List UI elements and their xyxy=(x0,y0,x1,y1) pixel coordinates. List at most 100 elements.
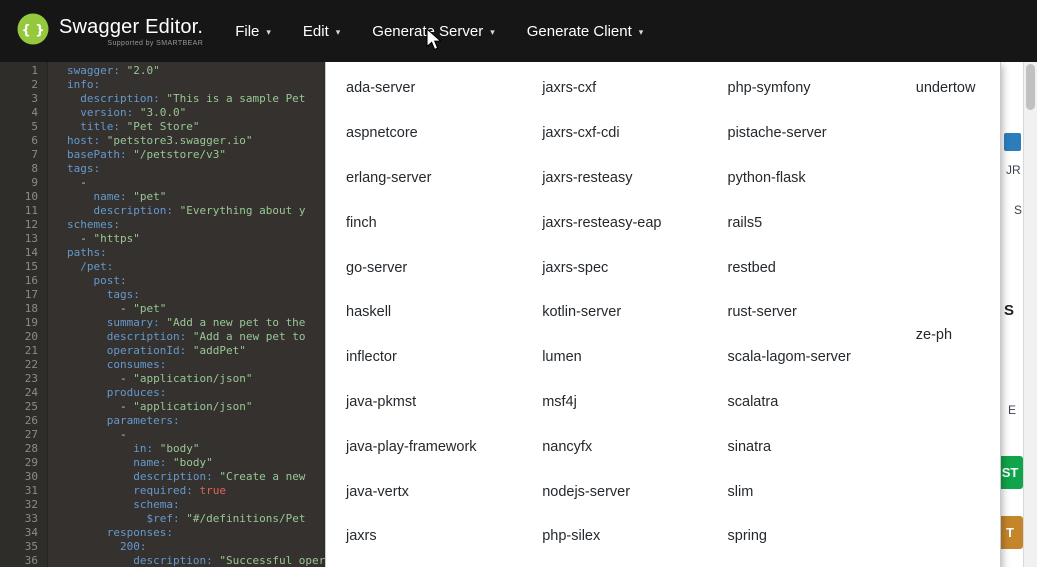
server-option-inflector[interactable]: inflector xyxy=(346,335,542,380)
server-option-finch[interactable]: finch xyxy=(346,200,542,245)
code-line: operationId: "addPet" xyxy=(106,344,246,357)
menu-generate-client[interactable]: Generate Client ▾ xyxy=(511,0,660,62)
code-line: 200: xyxy=(119,540,147,553)
code-line: host: "petstore3.swagger.io" xyxy=(67,134,253,147)
line-number: 9 xyxy=(31,176,38,189)
server-option-jaxrs-spec[interactable]: jaxrs-spec xyxy=(542,245,727,290)
server-option-php-silex[interactable]: php-silex xyxy=(542,514,727,559)
menu-generate-client-label: Generate Client xyxy=(526,22,632,40)
server-option-python-flask[interactable]: python-flask xyxy=(728,156,916,201)
server-option-nancyfx[interactable]: nancyfx xyxy=(542,424,727,469)
code-line: /pet: xyxy=(80,260,114,273)
server-option-sinatra[interactable]: sinatra xyxy=(728,424,916,469)
server-option-php-symfony[interactable]: php-symfony xyxy=(728,66,916,111)
server-option-rails5[interactable]: rails5 xyxy=(728,200,916,245)
code-line: - "application/json" xyxy=(67,372,253,385)
server-option-kotlin-server[interactable]: kotlin-server xyxy=(542,290,727,335)
server-option-nodejs-server[interactable]: nodejs-server xyxy=(542,469,727,514)
server-options-column-2: jaxrs-cxf jaxrs-cxf-cdi jaxrs-resteasy jaxr… xyxy=(542,66,727,567)
preview-text-fragment: S xyxy=(1014,203,1023,217)
line-number: 36 xyxy=(24,554,38,567)
code-line: $ref: "#/definitions/Pet xyxy=(146,512,306,525)
line-number: 7 xyxy=(31,148,38,161)
server-option-slim[interactable]: slim xyxy=(728,469,916,514)
line-number: 19 xyxy=(24,316,38,329)
preview-scrollbar-thumb[interactable] xyxy=(1026,64,1035,110)
line-number: 22 xyxy=(24,358,38,371)
server-option-msf4j[interactable]: msf4j xyxy=(542,380,727,425)
server-option-scala-lagom-server[interactable]: scala-lagom-server xyxy=(728,335,916,380)
code-line: consumes: xyxy=(106,358,167,371)
code-line: name: "pet" xyxy=(93,190,167,203)
server-option-go-server[interactable]: go-server xyxy=(346,245,542,290)
server-option-scalatra[interactable]: scalatra xyxy=(728,380,916,425)
line-number: 4 xyxy=(31,106,38,119)
line-number: 21 xyxy=(24,344,38,357)
code-line: required: true xyxy=(133,484,226,497)
server-option-undertow[interactable]: undertow xyxy=(916,66,1000,111)
mouse-cursor xyxy=(426,27,443,56)
line-number: 14 xyxy=(24,246,38,259)
server-option-jaxrs[interactable]: jaxrs xyxy=(346,514,542,559)
svg-text:{ }: { } xyxy=(21,23,44,38)
server-option-jaxrs-resteasy-eap[interactable]: jaxrs-resteasy-eap xyxy=(542,200,727,245)
server-option-pistache-server[interactable]: pistache-server xyxy=(728,111,916,156)
line-number: 10 xyxy=(24,190,38,203)
preview-heading-fragment: S xyxy=(1004,302,1015,319)
code-line: - xyxy=(67,176,87,189)
menu-edit-label: Edit xyxy=(302,22,329,40)
menu-edit[interactable]: Edit ▾ xyxy=(287,0,356,62)
line-number: 33 xyxy=(24,512,38,525)
caret-down-icon: ▾ xyxy=(638,26,644,37)
server-option-java-vertx[interactable]: java-vertx xyxy=(346,469,542,514)
server-option-rust-server[interactable]: rust-server xyxy=(728,290,916,335)
server-option-aspnetcore[interactable]: aspnetcore xyxy=(346,111,542,156)
line-number: 24 xyxy=(24,386,38,399)
server-options-column-1: ada-server aspnetcore erlang-server finch go… xyxy=(346,66,542,567)
swagger-logo-icon: { } xyxy=(16,12,50,51)
line-number: 3 xyxy=(31,92,38,105)
line-number: 35 xyxy=(24,540,38,553)
preview-text-fragment: E xyxy=(1008,403,1017,417)
code-line: description: "This is a sample Pet xyxy=(80,92,306,105)
code-line: version: "3.0.0" xyxy=(80,106,187,119)
code-area[interactable]: swagger: "2.0" info: description: "This i… xyxy=(48,62,366,567)
line-number: 34 xyxy=(24,526,38,539)
code-line: - "pet" xyxy=(67,302,167,315)
navbar: { } Swagger Editor. Supported by SMARTBE… xyxy=(0,0,1037,62)
caret-down-icon: ▾ xyxy=(490,26,495,37)
menu-file[interactable]: File ▾ xyxy=(219,0,287,62)
server-option-jaxrs-resteasy[interactable]: jaxrs-resteasy xyxy=(542,156,727,201)
line-number: 23 xyxy=(24,372,38,385)
code-line: schema: xyxy=(133,498,180,511)
line-number: 27 xyxy=(24,428,38,441)
server-option-restbed[interactable]: restbed xyxy=(728,245,916,290)
code-line: - "https" xyxy=(67,232,140,245)
app-title: Swagger Editor. xyxy=(59,15,204,38)
code-line: tags: xyxy=(106,288,140,301)
code-line: post: xyxy=(93,274,127,287)
server-option-java-pkmst[interactable]: java-pkmst xyxy=(346,380,542,425)
line-number: 32 xyxy=(24,498,38,511)
preview-scrollbar[interactable] xyxy=(1023,62,1037,567)
code-line: schemes: xyxy=(67,218,120,231)
server-option-java-play-framework[interactable]: java-play-framework xyxy=(346,424,542,469)
server-option-spring[interactable]: spring xyxy=(728,514,916,559)
server-option-haskell[interactable]: haskell xyxy=(346,290,542,335)
line-number: 25 xyxy=(24,400,38,413)
server-option-lumen[interactable]: lumen xyxy=(542,335,727,380)
line-number: 6 xyxy=(31,134,38,147)
code-line: info: xyxy=(67,78,101,91)
server-option-erlang-server[interactable]: erlang-server xyxy=(346,156,542,201)
server-option-jaxrs-cxf[interactable]: jaxrs-cxf xyxy=(542,66,727,111)
line-number: 13 xyxy=(24,232,38,245)
line-number: 20 xyxy=(24,330,38,343)
line-number: 28 xyxy=(24,442,38,455)
line-number: 12 xyxy=(24,218,38,231)
server-option-jaxrs-cxf-cdi[interactable]: jaxrs-cxf-cdi xyxy=(542,111,727,156)
server-option-ze-ph[interactable]: ze-ph xyxy=(916,313,1000,358)
server-option-ada-server[interactable]: ada-server xyxy=(346,66,542,111)
line-number: 5 xyxy=(31,120,38,133)
code-line: tags: xyxy=(67,162,101,175)
menu-file-label: File xyxy=(235,22,260,40)
